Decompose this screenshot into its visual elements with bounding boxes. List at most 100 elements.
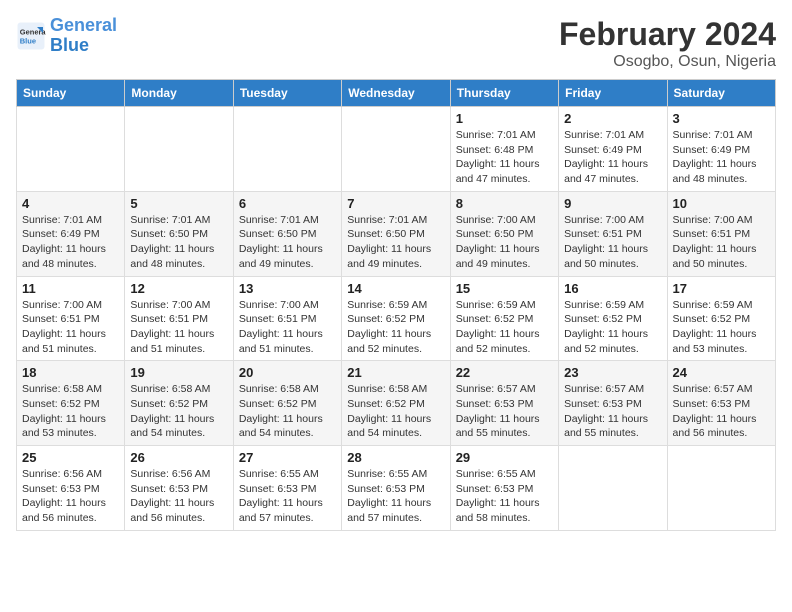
calendar-cell: 6Sunrise: 7:01 AM Sunset: 6:50 PM Daylig… [233, 191, 341, 276]
week-row-3: 11 Sunrise: 7:00 AM Sunset: 6:51 PM Dayli… [17, 276, 776, 361]
day-number: 19 [130, 365, 227, 380]
col-header-wednesday: Wednesday [342, 80, 450, 107]
day-info: Sunrise: 7:00 AM Sunset: 6:51 PM Dayligh… [239, 298, 336, 357]
day-number: 29 [456, 450, 553, 465]
calendar-cell: 17 Sunrise: 6:59 AM Sunset: 6:52 PM Dayli… [667, 276, 775, 361]
day-number: 10 [673, 196, 770, 211]
day-info: Sunrise: 7:00 AM Sunset: 6:51 PM Dayligh… [130, 298, 227, 357]
day-info: Sunrise: 6:55 AM Sunset: 6:53 PM Dayligh… [239, 467, 336, 526]
calendar-table: SundayMondayTuesdayWednesdayThursdayFrid… [16, 79, 776, 531]
calendar-cell: 12 Sunrise: 7:00 AM Sunset: 6:51 PM Dayli… [125, 276, 233, 361]
calendar-cell: 1 Sunrise: 7:01 AM Sunset: 6:48 PM Daylig… [450, 107, 558, 192]
calendar-cell: 18Sunrise: 6:58 AM Sunset: 6:52 PM Dayli… [17, 361, 125, 446]
logo: General Blue GeneralBlue [16, 16, 117, 56]
day-number: 5 [130, 196, 227, 211]
day-info: Sunrise: 7:00 AM Sunset: 6:51 PM Dayligh… [673, 213, 770, 272]
calendar-cell [125, 107, 233, 192]
day-info: Sunrise: 6:59 AM Sunset: 6:52 PM Dayligh… [347, 298, 444, 357]
day-info: Sunrise: 6:59 AM Sunset: 6:52 PM Dayligh… [456, 298, 553, 357]
calendar-cell: 2 Sunrise: 7:01 AM Sunset: 6:49 PM Daylig… [559, 107, 667, 192]
calendar-cell: 29Sunrise: 6:55 AM Sunset: 6:53 PM Dayli… [450, 446, 558, 531]
day-number: 9 [564, 196, 661, 211]
day-info: Sunrise: 6:58 AM Sunset: 6:52 PM Dayligh… [347, 382, 444, 441]
day-number: 1 [456, 111, 553, 126]
day-info: Sunrise: 7:01 AM Sunset: 6:49 PM Dayligh… [22, 213, 119, 272]
calendar-cell: 15 Sunrise: 6:59 AM Sunset: 6:52 PM Dayli… [450, 276, 558, 361]
day-info: Sunrise: 7:00 AM Sunset: 6:50 PM Dayligh… [456, 213, 553, 272]
day-info: Sunrise: 7:01 AM Sunset: 6:50 PM Dayligh… [130, 213, 227, 272]
svg-text:Blue: Blue [20, 36, 36, 45]
logo-icon: General Blue [16, 21, 46, 51]
calendar-cell: 3Sunrise: 7:01 AM Sunset: 6:49 PM Daylig… [667, 107, 775, 192]
day-info: Sunrise: 6:56 AM Sunset: 6:53 PM Dayligh… [130, 467, 227, 526]
day-info: Sunrise: 7:00 AM Sunset: 6:51 PM Dayligh… [564, 213, 661, 272]
calendar-cell [342, 107, 450, 192]
day-info: Sunrise: 6:58 AM Sunset: 6:52 PM Dayligh… [239, 382, 336, 441]
calendar-cell: 25Sunrise: 6:56 AM Sunset: 6:53 PM Dayli… [17, 446, 125, 531]
day-info: Sunrise: 6:57 AM Sunset: 6:53 PM Dayligh… [673, 382, 770, 441]
calendar-cell: 4 Sunrise: 7:01 AM Sunset: 6:49 PM Daylig… [17, 191, 125, 276]
calendar-cell [559, 446, 667, 531]
day-number: 14 [347, 281, 444, 296]
col-header-tuesday: Tuesday [233, 80, 341, 107]
day-number: 27 [239, 450, 336, 465]
day-number: 20 [239, 365, 336, 380]
col-header-saturday: Saturday [667, 80, 775, 107]
day-info: Sunrise: 6:55 AM Sunset: 6:53 PM Dayligh… [347, 467, 444, 526]
calendar-cell [667, 446, 775, 531]
day-number: 15 [456, 281, 553, 296]
calendar-cell: 7 Sunrise: 7:01 AM Sunset: 6:50 PM Daylig… [342, 191, 450, 276]
logo-text: GeneralBlue [50, 16, 117, 56]
col-header-sunday: Sunday [17, 80, 125, 107]
day-info: Sunrise: 6:59 AM Sunset: 6:52 PM Dayligh… [673, 298, 770, 357]
day-number: 16 [564, 281, 661, 296]
day-number: 7 [347, 196, 444, 211]
calendar-cell [233, 107, 341, 192]
day-number: 28 [347, 450, 444, 465]
day-number: 12 [130, 281, 227, 296]
day-number: 2 [564, 111, 661, 126]
day-info: Sunrise: 6:57 AM Sunset: 6:53 PM Dayligh… [456, 382, 553, 441]
calendar-cell: 23 Sunrise: 6:57 AM Sunset: 6:53 PM Dayli… [559, 361, 667, 446]
day-info: Sunrise: 7:01 AM Sunset: 6:50 PM Dayligh… [347, 213, 444, 272]
calendar-cell: 21 Sunrise: 6:58 AM Sunset: 6:52 PM Dayli… [342, 361, 450, 446]
day-number: 11 [22, 281, 119, 296]
week-row-1: 1 Sunrise: 7:01 AM Sunset: 6:48 PM Daylig… [17, 107, 776, 192]
day-number: 21 [347, 365, 444, 380]
day-info: Sunrise: 6:57 AM Sunset: 6:53 PM Dayligh… [564, 382, 661, 441]
week-row-4: 18 Sunrise: 6:58 AM Sunset: 6:52 PM Dayli… [17, 361, 776, 446]
day-number: 22 [456, 365, 553, 380]
col-header-monday: Monday [125, 80, 233, 107]
calendar-cell: 16 Sunrise: 6:59 AM Sunset: 6:52 PM Dayli… [559, 276, 667, 361]
calendar-cell [17, 107, 125, 192]
calendar-cell: 5 Sunrise: 7:01 AM Sunset: 6:50 PM Daylig… [125, 191, 233, 276]
day-number: 13 [239, 281, 336, 296]
calendar-cell: 26Sunrise: 6:56 AM Sunset: 6:53 PM Dayli… [125, 446, 233, 531]
subtitle: Osogbo, Osun, Nigeria [559, 53, 776, 71]
day-info: Sunrise: 6:58 AM Sunset: 6:52 PM Dayligh… [130, 382, 227, 441]
header-row: SundayMondayTuesdayWednesdayThursdayFrid… [17, 80, 776, 107]
col-header-friday: Friday [559, 80, 667, 107]
week-row-2: 4 Sunrise: 7:01 AM Sunset: 6:49 PM Daylig… [17, 191, 776, 276]
calendar-cell: 14 Sunrise: 6:59 AM Sunset: 6:52 PM Dayli… [342, 276, 450, 361]
day-number: 17 [673, 281, 770, 296]
day-info: Sunrise: 7:00 AM Sunset: 6:51 PM Dayligh… [22, 298, 119, 357]
calendar-cell: 28 Sunrise: 6:55 AM Sunset: 6:53 PM Dayli… [342, 446, 450, 531]
day-number: 23 [564, 365, 661, 380]
day-info: Sunrise: 7:01 AM Sunset: 6:48 PM Dayligh… [456, 128, 553, 187]
calendar-cell: 10 Sunrise: 7:00 AM Sunset: 6:51 PM Dayli… [667, 191, 775, 276]
calendar-cell: 27 Sunrise: 6:55 AM Sunset: 6:53 PM Dayli… [233, 446, 341, 531]
day-number: 4 [22, 196, 119, 211]
calendar-cell: 22 Sunrise: 6:57 AM Sunset: 6:53 PM Dayli… [450, 361, 558, 446]
calendar-cell: 8Sunrise: 7:00 AM Sunset: 6:50 PM Daylig… [450, 191, 558, 276]
main-title: February 2024 [559, 16, 776, 53]
day-info: Sunrise: 6:59 AM Sunset: 6:52 PM Dayligh… [564, 298, 661, 357]
day-info: Sunrise: 7:01 AM Sunset: 6:49 PM Dayligh… [564, 128, 661, 187]
week-row-5: 25 Sunrise: 6:56 AM Sunset: 6:53 PM Dayli… [17, 446, 776, 531]
calendar-cell: 19 Sunrise: 6:58 AM Sunset: 6:52 PM Dayli… [125, 361, 233, 446]
calendar-cell: 9 Sunrise: 7:00 AM Sunset: 6:51 PM Daylig… [559, 191, 667, 276]
day-number: 18 [22, 365, 119, 380]
day-number: 25 [22, 450, 119, 465]
calendar-cell: 13 Sunrise: 7:00 AM Sunset: 6:51 PM Dayli… [233, 276, 341, 361]
calendar-cell: 24Sunrise: 6:57 AM Sunset: 6:53 PM Dayli… [667, 361, 775, 446]
